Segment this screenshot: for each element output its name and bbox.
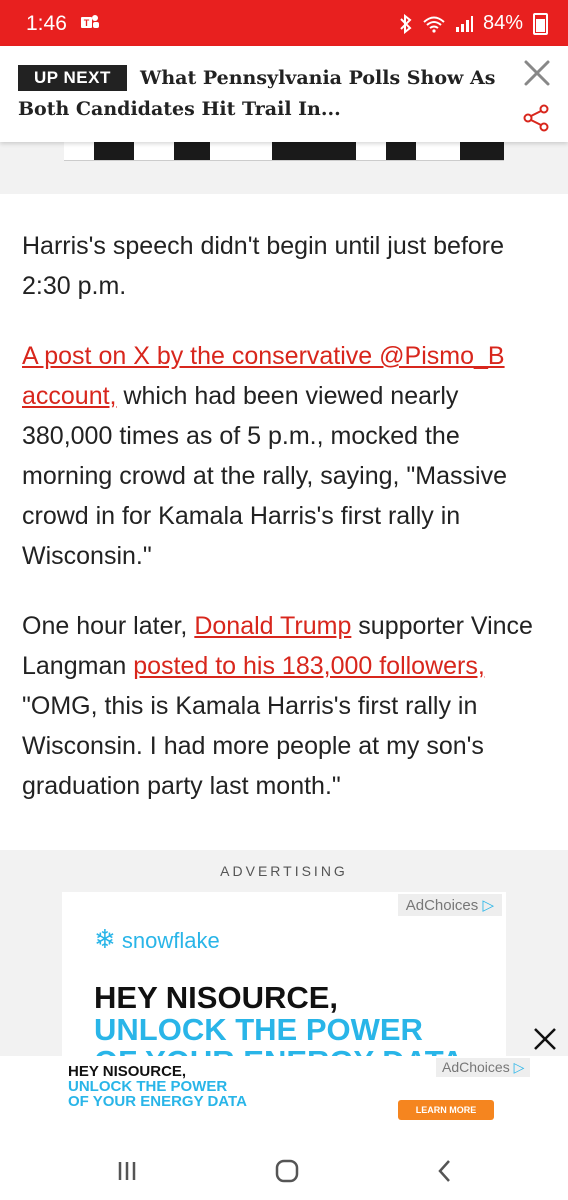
article-paragraph: Harris's speech didn't begin until just … [22, 232, 505, 300]
snowflake-logo: ❄ snowflake [94, 924, 220, 954]
adchoices-icon: ▷ [482, 897, 494, 914]
status-bar: 1:46 T 84% [0, 0, 568, 46]
bottom-adchoices-badge[interactable]: AdChoices ▷ [436, 1058, 531, 1077]
status-time: 1:46 [26, 12, 67, 35]
snowflake-icon: ❄ [94, 924, 116, 954]
learn-more-button[interactable]: LEARN MORE [398, 1100, 494, 1120]
wifi-icon [423, 16, 445, 33]
svg-text:T: T [84, 18, 90, 28]
article-body: Harris's speech didn't begin until just … [22, 226, 552, 836]
langman-post-link[interactable]: posted to his 183,000 followers, [133, 652, 485, 680]
recent-apps-icon[interactable] [112, 1156, 142, 1186]
home-icon[interactable] [272, 1156, 302, 1186]
donald-trump-link[interactable]: Donald Trump [194, 612, 351, 640]
adchoices-icon: ▷ [513, 1059, 525, 1075]
ad-zone: ADVERTISING AdChoices ▷ ❄ snowflake HEY … [0, 850, 568, 1060]
status-icons: 84% [399, 12, 548, 35]
close-ad-icon[interactable] [530, 1024, 560, 1054]
bluetooth-icon [400, 13, 412, 34]
back-icon[interactable] [430, 1156, 460, 1186]
teams-icon: T [81, 15, 99, 28]
android-nav-bar [0, 1142, 568, 1200]
article-paragraph: One hour later, Donald Trump supporter V… [22, 612, 533, 800]
up-next-badge: UP NEXT [18, 65, 127, 91]
battery-percent: 84% [482, 12, 523, 34]
advertising-label: ADVERTISING [220, 863, 348, 879]
article-paragraph: A post on X by the conservative @Pismo_B… [22, 342, 507, 570]
bottom-ad-headline: HEY NISOURCE, UNLOCK THE POWER OF YOUR E… [68, 1063, 247, 1110]
article-image [64, 142, 504, 161]
sticky-bottom-ad[interactable]: HEY NISOURCE, UNLOCK THE POWER OF YOUR E… [0, 1028, 568, 1142]
ad-headline: HEY NISOURCE, UNLOCK THE POWER OF YOUR E… [94, 980, 464, 1061]
close-icon[interactable] [522, 58, 552, 88]
adchoices-badge[interactable]: AdChoices ▷ [397, 894, 502, 916]
up-next-banner[interactable]: What Pennsylvania Polls Show As Both Can… [0, 46, 568, 142]
signal-icon [455, 15, 473, 32]
share-icon[interactable] [522, 104, 550, 132]
battery-icon [533, 12, 548, 35]
ad-card[interactable]: AdChoices ▷ ❄ snowflake HEY NISOURCE, UN… [62, 892, 506, 1060]
